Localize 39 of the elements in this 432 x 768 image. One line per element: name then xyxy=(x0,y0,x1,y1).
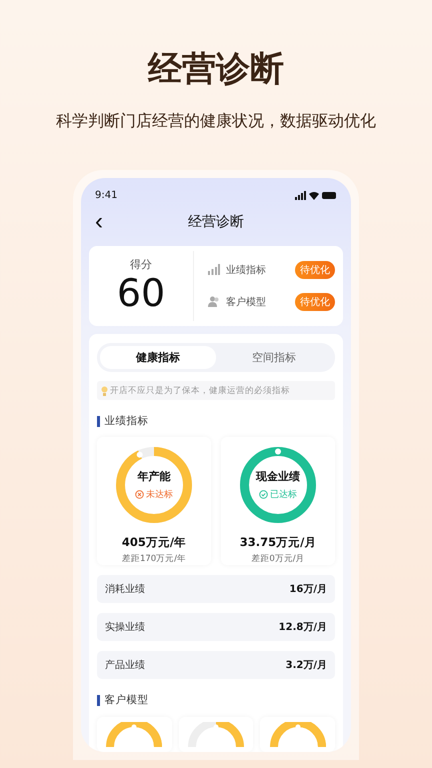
cross-circle-icon xyxy=(135,490,144,499)
status-badge: 待优化 xyxy=(295,260,335,279)
gauge-drawing xyxy=(104,722,164,747)
row-value: 12.8万/月 xyxy=(278,621,327,634)
row-value: 3.2万/月 xyxy=(286,659,327,672)
hint-text: 开店不应只是为了保本，健康运营的必须指标 xyxy=(110,384,290,396)
tab[interactable]: 空间指标 xyxy=(216,346,332,369)
lightbulb-icon xyxy=(101,386,108,396)
check-circle-icon xyxy=(259,490,268,499)
headline: 经营诊断 xyxy=(148,48,284,91)
metric-value: 405万元/年 xyxy=(122,535,186,550)
subtitle: 科学判断门店经营的健康状况，数据驱动优化 xyxy=(56,110,376,132)
row-label: 实操业绩 xyxy=(105,620,145,634)
metric-status: 未达标 xyxy=(135,488,173,501)
metric-name: 现金业绩 xyxy=(256,469,300,484)
row-label: 产品业绩 xyxy=(105,658,145,672)
page-title: 经营诊断 xyxy=(187,212,245,231)
metric-value: 33.75万元/月 xyxy=(240,535,316,550)
row-label: 消耗业绩 xyxy=(105,582,145,596)
status-icons xyxy=(295,190,337,200)
row-value: 16万/月 xyxy=(289,583,327,596)
bar-chart-icon xyxy=(208,264,220,276)
people-icon xyxy=(208,296,220,308)
indicator-label: 客户模型 xyxy=(226,296,267,309)
gauge-drawing xyxy=(268,722,328,747)
metric-name: 年产能 xyxy=(138,469,170,484)
indicator-label: 业绩指标 xyxy=(226,264,267,277)
section-title: 业绩指标 xyxy=(104,414,148,428)
status-time: 9:41 xyxy=(95,190,118,201)
gauge-drawing xyxy=(186,722,246,747)
score-value: 60 xyxy=(116,272,166,314)
status-badge: 待优化 xyxy=(295,292,335,311)
tab[interactable]: 健康指标 xyxy=(100,346,216,369)
metric-gap: 差距0万元/月 xyxy=(251,553,305,565)
score-label: 得分 xyxy=(130,257,152,272)
back-button[interactable]: ‹ xyxy=(89,210,109,234)
section-title: 客户模型 xyxy=(104,693,148,707)
metric-gap: 差距170万元/年 xyxy=(122,553,186,565)
metric-status: 已达标 xyxy=(259,488,297,501)
